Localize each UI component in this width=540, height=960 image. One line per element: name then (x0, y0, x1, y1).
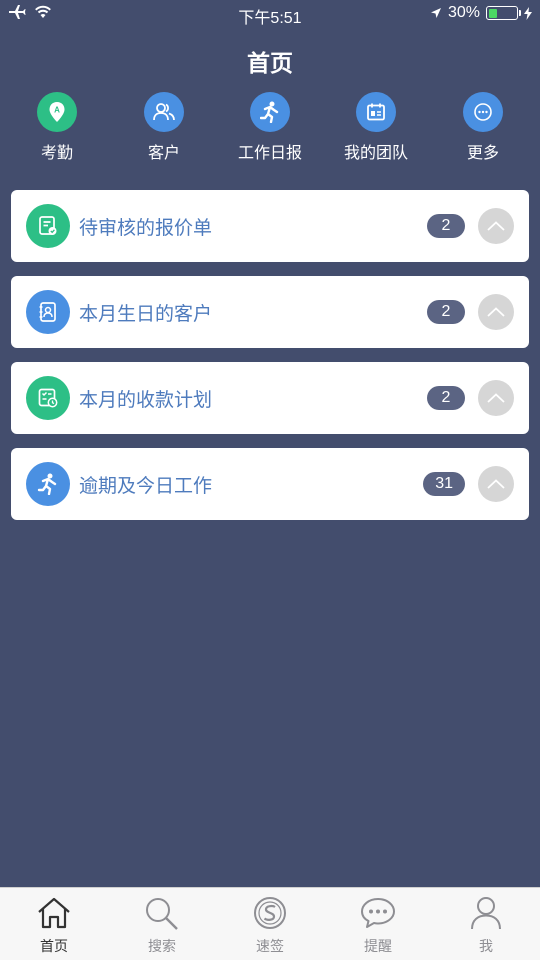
card-overdue-today-work[interactable]: 逾期及今日工作 31 (11, 448, 529, 520)
users-icon (144, 92, 184, 132)
tab-reminders[interactable]: 提醒 (338, 894, 418, 956)
quick-nav-more[interactable]: 更多 (433, 92, 533, 163)
tab-home[interactable]: 首页 (14, 894, 94, 956)
location-pin-icon: A (37, 92, 77, 132)
person-icon (446, 894, 526, 932)
more-icon (463, 92, 503, 132)
tab-label: 提醒 (364, 939, 392, 955)
calendar-team-icon (356, 92, 396, 132)
chat-bubble-icon (338, 894, 418, 932)
card-payment-plans[interactable]: 本月的收款计划 2 (11, 362, 529, 434)
quick-nav-label: 客户 (147, 143, 180, 162)
quick-nav-customers[interactable]: 客户 (114, 92, 214, 163)
charging-icon (524, 6, 532, 20)
home-icon (14, 894, 94, 932)
quick-nav-attendance[interactable]: A 考勤 (7, 92, 107, 163)
card-title: 本月生日的客户 (79, 303, 213, 325)
quick-nav-label: 我的团队 (343, 143, 408, 162)
chevron-up-icon (487, 221, 505, 231)
location-arrow-icon (430, 8, 441, 18)
tab-label: 我 (479, 939, 493, 955)
count-badge: 2 (427, 386, 465, 410)
count-badge: 2 (427, 214, 465, 238)
svg-text:A: A (54, 106, 60, 115)
quote-document-icon (26, 204, 70, 248)
quick-nav-label: 工作日报 (237, 143, 302, 162)
runner-icon (26, 462, 70, 506)
quick-nav-my-team[interactable]: 我的团队 (326, 92, 426, 163)
chevron-up-icon (487, 479, 505, 489)
card-title: 待审核的报价单 (79, 217, 213, 239)
count-badge: 2 (427, 300, 465, 324)
battery-level (488, 8, 497, 18)
tab-search[interactable]: 搜索 (122, 894, 202, 956)
battery-icon (486, 6, 521, 20)
card-pending-quotes[interactable]: 待审核的报价单 2 (11, 190, 529, 262)
chevron-up-icon (487, 307, 505, 317)
contact-book-icon (26, 290, 70, 334)
collapse-toggle-button[interactable] (478, 294, 514, 330)
quick-nav: A 考勤 客户 工作日报 我的团队 更多 (0, 92, 540, 167)
payment-plan-icon (26, 376, 70, 420)
tab-label: 首页 (40, 939, 68, 955)
status-right: 30% (430, 4, 532, 22)
card-title: 逾期及今日工作 (79, 475, 213, 497)
tab-me[interactable]: 我 (446, 894, 526, 956)
quick-nav-label: 考勤 (40, 143, 73, 162)
tab-label: 速签 (256, 939, 284, 955)
search-icon (122, 894, 202, 932)
quick-sign-icon (230, 894, 310, 932)
card-birthday-customers[interactable]: 本月生日的客户 2 (11, 276, 529, 348)
battery-percent: 30% (447, 4, 480, 21)
tab-quick-sign[interactable]: 速签 (230, 894, 310, 956)
count-badge: 31 (423, 472, 465, 496)
status-bar: 下午5:51 30% (0, 0, 540, 28)
page-title: 首页 (247, 51, 293, 77)
collapse-toggle-button[interactable] (478, 466, 514, 502)
collapse-toggle-button[interactable] (478, 380, 514, 416)
tab-label: 搜索 (148, 939, 176, 955)
quick-nav-daily-report[interactable]: 工作日报 (220, 92, 320, 163)
tab-bar: 首页 搜索 速签 提醒 我 (0, 887, 540, 960)
card-title: 本月的收款计划 (79, 389, 213, 411)
collapse-toggle-button[interactable] (478, 208, 514, 244)
chevron-up-icon (487, 393, 505, 403)
runner-icon (250, 92, 290, 132)
quick-nav-label: 更多 (466, 143, 499, 162)
